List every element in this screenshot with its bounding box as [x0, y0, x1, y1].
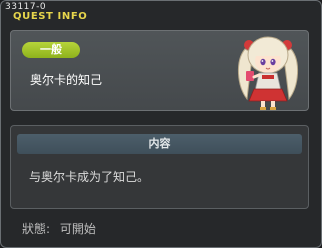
- window-title: QUEST INFO: [13, 11, 88, 22]
- quest-category-badge: 一般: [22, 42, 80, 58]
- content-text: 与奥尔卡成为了知己。: [29, 170, 150, 184]
- content-header: 内容: [17, 134, 302, 154]
- status-value: 可開始: [59, 222, 96, 236]
- quest-name: 奥尔卡的知己: [30, 73, 103, 87]
- npc-portrait-icon: [238, 36, 298, 110]
- quest-info-window: 33117-0 QUEST INFO 一般 奥尔卡的知己 内容 与奥尔卡成为了知…: [0, 0, 322, 248]
- status-label: 狀態:: [22, 222, 51, 236]
- quest-content-panel: 内容 与奥尔卡成为了知己。: [10, 125, 309, 209]
- quest-summary-panel: 一般 奥尔卡的知己: [10, 30, 309, 111]
- status-row: 狀態: 可開始: [22, 222, 96, 236]
